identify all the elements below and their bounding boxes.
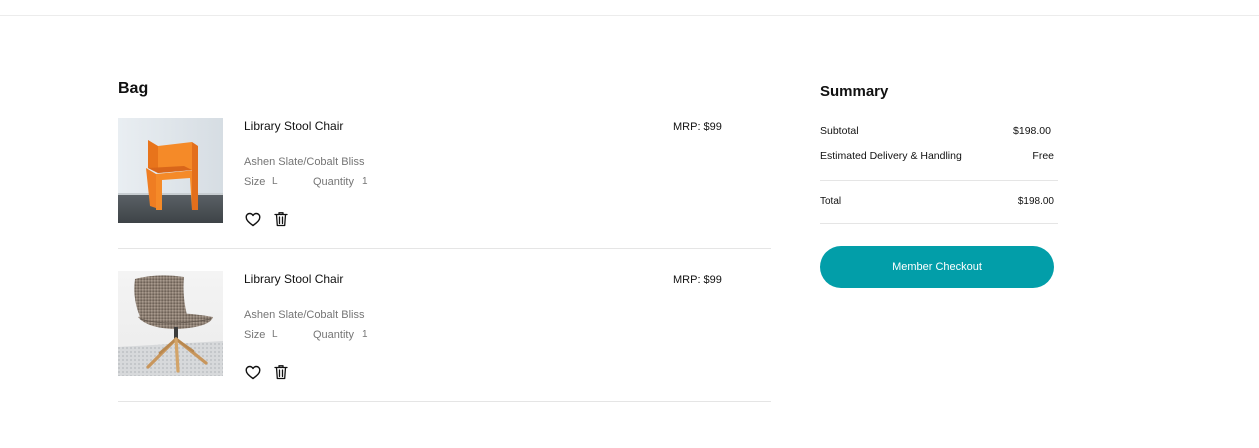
product-color: Ashen Slate/Cobalt Bliss (244, 156, 365, 168)
bag-item: Library Stool Chair Ashen Slate/Cobalt B… (118, 271, 771, 402)
subtotal-value: $198.00 (1013, 125, 1051, 137)
size-value[interactable]: L (272, 329, 313, 341)
item-actions (244, 210, 290, 228)
member-checkout-button[interactable]: Member Checkout (820, 246, 1054, 288)
quantity-value[interactable]: 1 (362, 329, 368, 341)
quantity-label: Quantity (313, 176, 354, 188)
quantity-value[interactable]: 1 (362, 176, 368, 188)
size-value[interactable]: L (272, 176, 313, 188)
product-options: Size L Quantity 1 (244, 176, 368, 188)
heart-icon[interactable] (244, 210, 262, 228)
summary-title: Summary (820, 83, 889, 100)
product-name[interactable]: Library Stool Chair (244, 119, 343, 133)
delivery-label: Estimated Delivery & Handling (820, 150, 962, 162)
header-divider (0, 15, 1259, 16)
trash-icon[interactable] (272, 210, 290, 228)
subtotal-row: Subtotal $198.00 (820, 125, 1054, 137)
product-price: MRP: $99 (673, 274, 722, 286)
heart-icon[interactable] (244, 363, 262, 381)
subtotal-label: Subtotal (820, 125, 859, 137)
quantity-label: Quantity (313, 329, 354, 341)
summary-divider (820, 223, 1058, 224)
size-label: Size (244, 329, 266, 341)
product-options: Size L Quantity 1 (244, 329, 368, 341)
product-image[interactable] (118, 118, 223, 223)
total-row: Total $198.00 (820, 196, 1054, 207)
product-color: Ashen Slate/Cobalt Bliss (244, 309, 365, 321)
item-actions (244, 363, 290, 381)
total-value: $198.00 (1017, 196, 1054, 207)
total-label: Total (820, 196, 842, 207)
product-name[interactable]: Library Stool Chair (244, 272, 343, 286)
trash-icon[interactable] (272, 363, 290, 381)
product-image[interactable] (118, 271, 223, 376)
delivery-value: Free (1032, 150, 1054, 162)
bag-title: Bag (118, 80, 149, 97)
summary-divider (820, 180, 1058, 181)
product-price: MRP: $99 (673, 121, 722, 133)
size-label: Size (244, 176, 266, 188)
bag-item: Library Stool Chair Ashen Slate/Cobalt B… (118, 118, 771, 249)
delivery-row: Estimated Delivery & Handling Free (820, 150, 1054, 162)
